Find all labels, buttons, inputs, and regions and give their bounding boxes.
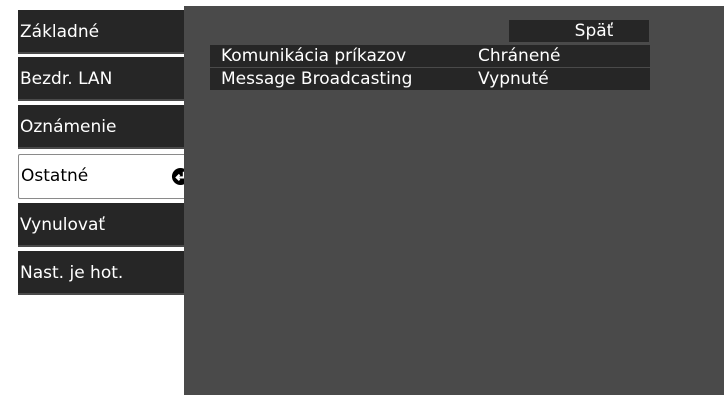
sidebar-menu: Základné Bezdr. LAN Oznámenie Ostatné Vy… — [0, 0, 200, 395]
setting-row-message-broadcasting[interactable]: Message Broadcasting Vypnuté — [210, 68, 650, 90]
sidebar-item-oznamenie[interactable]: Oznámenie — [18, 105, 184, 149]
sidebar-item-label: Vynulovať — [20, 215, 106, 235]
sidebar-item-bezdr-lan[interactable]: Bezdr. LAN — [18, 57, 184, 101]
back-button[interactable]: Späť — [509, 20, 649, 42]
sidebar-item-vynulovat[interactable]: Vynulovať — [18, 203, 184, 247]
sidebar-item-ostatne[interactable]: Ostatné — [18, 154, 197, 199]
setting-value: Vypnuté — [478, 69, 549, 89]
sidebar-item-label: Bezdr. LAN — [20, 69, 113, 89]
setting-name: Komunikácia príkazov — [221, 46, 407, 66]
settings-panel: Späť Komunikácia príkazov Chránené Messa… — [184, 6, 724, 395]
sidebar-item-zakladne[interactable]: Základné — [18, 10, 184, 54]
setting-row-komunikacia-prikazov[interactable]: Komunikácia príkazov Chránené — [210, 45, 650, 67]
sidebar-item-label: Základné — [20, 22, 100, 42]
sidebar-item-label: Nast. je hot. — [20, 263, 124, 283]
setting-name: Message Broadcasting — [221, 69, 413, 89]
sidebar-item-label: Oznámenie — [20, 117, 117, 137]
sidebar-item-nast-je-hot[interactable]: Nast. je hot. — [18, 251, 184, 295]
sidebar-item-label: Ostatné — [21, 166, 89, 186]
back-button-label: Späť — [574, 21, 614, 41]
setting-value: Chránené — [478, 46, 561, 66]
